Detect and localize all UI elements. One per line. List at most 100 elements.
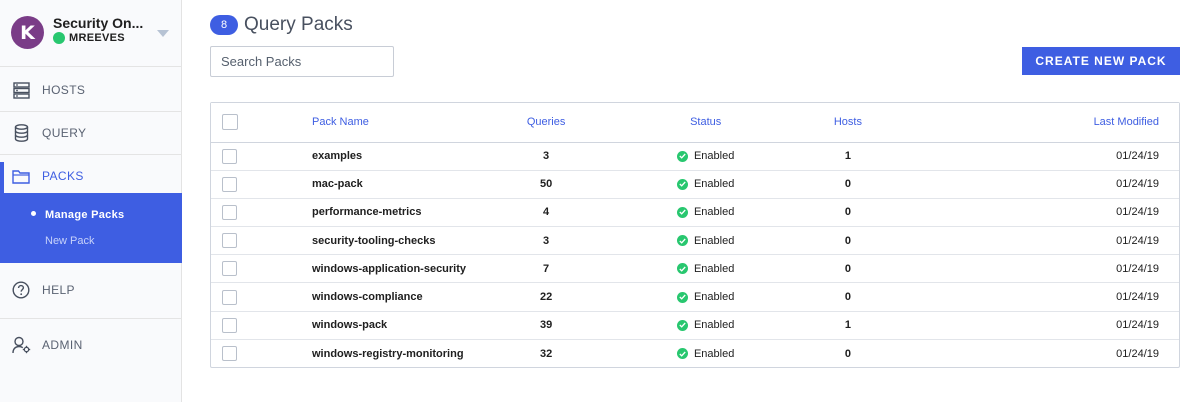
- chevron-down-icon[interactable]: [157, 30, 169, 37]
- table-row[interactable]: mac-pack 50 Enabled 0 01/24/19: [211, 169, 1179, 199]
- pack-name[interactable]: examples: [251, 142, 482, 170]
- row-checkbox[interactable]: [222, 148, 237, 164]
- bullet-icon: [31, 211, 36, 216]
- pack-queries: 22: [482, 282, 611, 312]
- column-header-pack-name[interactable]: Pack Name: [251, 103, 482, 143]
- submenu-item-new-pack[interactable]: New Pack: [45, 235, 95, 247]
- pack-last-modified: 01/24/19: [894, 226, 1179, 255]
- pack-last-modified: 01/24/19: [894, 169, 1179, 199]
- row-checkbox-cell: [211, 142, 251, 170]
- table-row[interactable]: windows-registry-monitoring 32 Enabled 0…: [211, 338, 1179, 368]
- nav-divider: [0, 111, 182, 112]
- pack-status-cell: Enabled: [610, 169, 802, 199]
- pack-queries: 3: [543, 150, 550, 163]
- pack-status-cell: Enabled: [610, 310, 802, 340]
- server-icon: [11, 80, 31, 100]
- pack-name[interactable]: security-tooling-checks: [251, 226, 482, 255]
- pack-status-cell: Enabled: [610, 338, 802, 368]
- sidebar-item-label: PACKS: [42, 169, 84, 183]
- row-checkbox[interactable]: [222, 204, 237, 220]
- pack-status: Enabled: [693, 262, 735, 275]
- pack-name[interactable]: windows-compliance: [251, 282, 482, 312]
- pack-status: Enabled: [693, 347, 735, 360]
- column-header-last-modified[interactable]: Last Modified: [894, 103, 1179, 143]
- pack-status-cell: Enabled: [610, 254, 802, 283]
- search-input[interactable]: [210, 46, 394, 77]
- sidebar-item-label: HELP: [42, 283, 75, 297]
- table-row[interactable]: security-tooling-checks 3 Enabled 0 01/2…: [211, 226, 1179, 255]
- row-checkbox[interactable]: [222, 289, 237, 305]
- user-row: MREEVES: [53, 32, 125, 44]
- sidebar-item-query[interactable]: QUERY: [0, 113, 182, 153]
- row-checkbox[interactable]: [222, 317, 237, 333]
- pack-status-cell: Enabled: [610, 282, 802, 312]
- pack-last-modified: 01/24/19: [894, 254, 1179, 283]
- pack-status: Enabled: [693, 206, 735, 219]
- pack-hosts: 0: [801, 338, 895, 368]
- sidebar-item-help[interactable]: HELP: [0, 270, 182, 310]
- row-checkbox-cell: [211, 169, 251, 199]
- org-name: Security On...: [53, 15, 144, 31]
- table-row[interactable]: examples 3 Enabled 1 01/24/19: [211, 142, 1179, 170]
- check-circle-icon: [676, 348, 688, 360]
- pack-name[interactable]: performance-metrics: [251, 197, 482, 227]
- packs-table: Pack Name Queries Status Hosts Last Modi…: [210, 102, 1180, 368]
- row-checkbox-cell: [211, 254, 251, 283]
- table-row[interactable]: performance-metrics 4 Enabled 0 01/24/19: [211, 197, 1179, 227]
- pack-status-cell: Enabled: [610, 142, 801, 170]
- org-switcher[interactable]: K Security On... MREEVES: [0, 0, 182, 64]
- check-circle-icon: [676, 206, 688, 218]
- create-new-pack-button[interactable]: CREATE NEW PACK: [1022, 47, 1180, 75]
- pack-queries: 4: [482, 197, 611, 227]
- sidebar-item-packs[interactable]: PACKS: [0, 156, 182, 196]
- pack-status: Enabled: [693, 150, 735, 163]
- sidebar-item-admin[interactable]: ADMIN: [0, 325, 182, 365]
- pack-last-modified: 01/24/19: [1116, 150, 1159, 163]
- pack-status: Enabled: [693, 234, 735, 247]
- column-header-queries[interactable]: Queries: [482, 103, 611, 143]
- pack-last-modified: 01/24/19: [894, 282, 1179, 312]
- check-circle-icon: [676, 263, 688, 275]
- row-checkbox[interactable]: [222, 176, 237, 192]
- sidebar: K Security On... MREEVES HOSTS QUERY PAC…: [0, 0, 182, 402]
- pack-hosts: 0: [801, 254, 895, 283]
- pack-hosts: 0: [801, 169, 895, 199]
- pack-last-modified: 01/24/19: [894, 197, 1179, 227]
- column-header-status[interactable]: Status: [610, 103, 802, 143]
- pack-queries: 32: [482, 338, 611, 368]
- pack-name[interactable]: mac-pack: [251, 169, 482, 199]
- sidebar-item-label: QUERY: [42, 126, 87, 140]
- help-icon: [11, 280, 31, 300]
- pack-name[interactable]: windows-pack: [251, 310, 482, 340]
- pack-hosts: 1: [801, 310, 895, 340]
- pack-last-modified: 01/24/19: [894, 310, 1179, 340]
- pack-name[interactable]: windows-application-security: [251, 254, 482, 283]
- table-row[interactable]: windows-pack 39 Enabled 1 01/24/19: [211, 310, 1179, 340]
- username: MREEVES: [69, 32, 125, 44]
- column-header-hosts[interactable]: Hosts: [801, 103, 895, 143]
- row-checkbox[interactable]: [222, 346, 237, 362]
- row-checkbox[interactable]: [222, 261, 237, 277]
- check-circle-icon: [676, 235, 688, 247]
- submenu-item-manage-packs[interactable]: Manage Packs: [45, 209, 124, 221]
- page-header: 8 Query Packs: [210, 14, 353, 36]
- pack-queries: 3: [482, 226, 611, 255]
- row-checkbox[interactable]: [222, 233, 237, 249]
- pack-name[interactable]: windows-registry-monitoring: [251, 338, 482, 368]
- check-circle-icon: [676, 319, 688, 331]
- nav-divider: [0, 318, 182, 319]
- row-checkbox-cell: [211, 226, 251, 255]
- check-circle-icon: [676, 291, 688, 303]
- pack-status: Enabled: [693, 319, 735, 332]
- nav-divider: [0, 66, 182, 67]
- check-circle-icon: [676, 150, 688, 162]
- table-row[interactable]: windows-compliance 22 Enabled 0 01/24/19: [211, 282, 1179, 312]
- pack-hosts: 1: [844, 150, 851, 163]
- folder-icon: [11, 166, 31, 186]
- pack-hosts: 0: [801, 226, 895, 255]
- select-all-checkbox[interactable]: [222, 114, 238, 131]
- header-checkbox-cell: [211, 103, 251, 143]
- nav-divider: [0, 154, 182, 155]
- sidebar-item-hosts[interactable]: HOSTS: [0, 70, 182, 110]
- table-row[interactable]: windows-application-security 7 Enabled 0…: [211, 254, 1179, 283]
